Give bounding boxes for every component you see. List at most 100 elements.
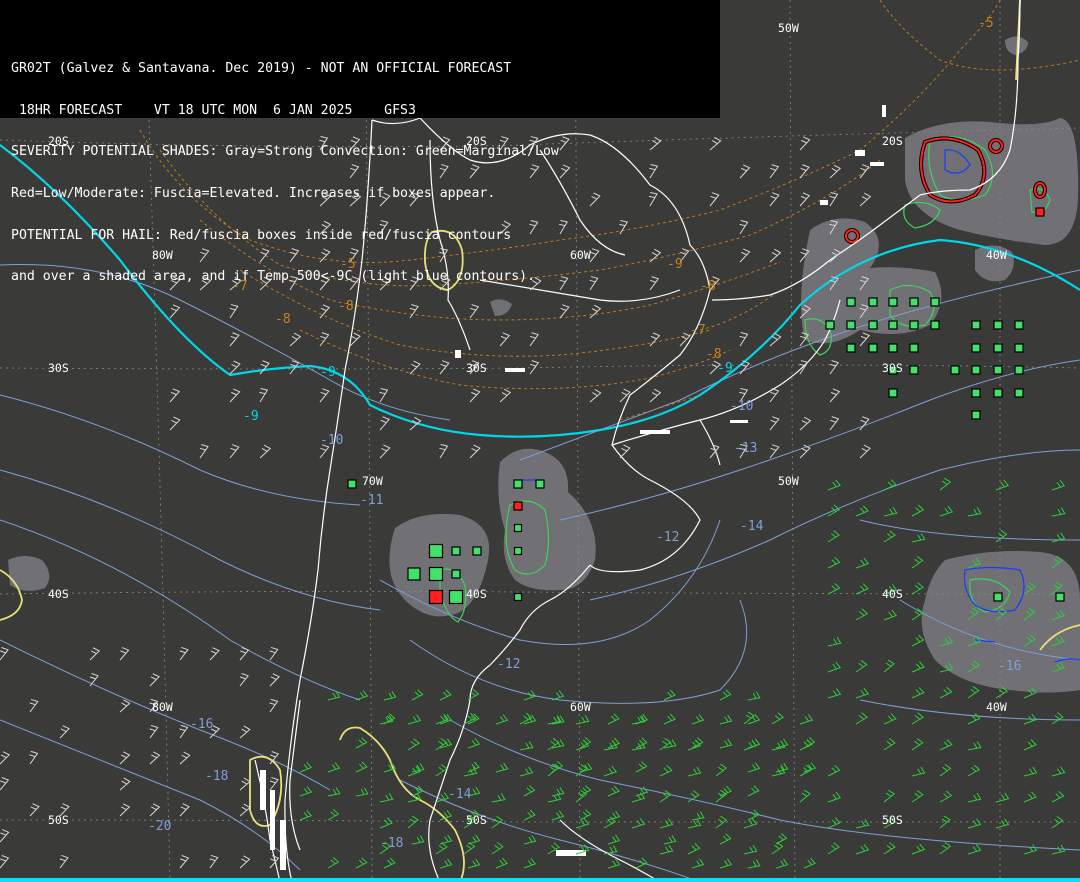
wind-barb	[199, 444, 209, 459]
wind-barb	[715, 789, 728, 803]
wind-barb	[319, 332, 330, 347]
wind-barb	[379, 388, 389, 403]
green-severity-box	[930, 297, 940, 307]
wind-barb	[855, 583, 869, 595]
green-severity-box	[535, 479, 545, 489]
wind-barb	[439, 689, 452, 701]
wind-barb	[911, 532, 926, 543]
lon-label: 40W	[986, 700, 1007, 714]
wind-barb	[1051, 766, 1066, 777]
orange-temp-label: -7	[690, 323, 706, 338]
wind-barb	[229, 332, 240, 347]
wind-barb	[827, 764, 841, 777]
bottom-bar	[0, 878, 1080, 882]
wind-barb	[911, 766, 926, 777]
wind-barb	[299, 786, 313, 797]
wind-barb	[631, 741, 646, 751]
wind-barb	[967, 507, 982, 517]
wind-barb	[169, 388, 181, 403]
green-severity-box	[993, 320, 1003, 330]
wind-barb	[859, 192, 872, 207]
wind-barb	[209, 647, 220, 661]
wind-barb	[799, 714, 814, 725]
wind-barb	[911, 555, 924, 569]
wind-barb	[239, 855, 251, 869]
wind-barb	[229, 444, 240, 459]
wind-barb	[607, 737, 620, 749]
wind-barb	[551, 787, 565, 797]
wind-barb	[355, 787, 369, 797]
wind-barb	[939, 841, 952, 855]
wind-barb	[355, 761, 368, 773]
wind-barb	[119, 647, 130, 661]
wind-barb	[743, 818, 758, 829]
wind-barb	[911, 504, 925, 517]
wind-barb	[859, 332, 871, 347]
wind-barb	[0, 829, 10, 843]
wind-barb	[499, 332, 511, 347]
wind-barb	[829, 360, 840, 375]
green-severity-box	[513, 523, 523, 533]
wind-barb	[883, 789, 896, 803]
wind-barb	[269, 776, 279, 791]
wind-barb	[747, 762, 761, 773]
forecast-header: GR02T (Galvez & Santavana. Dec 2019) - N…	[0, 0, 720, 284]
wind-barb	[179, 803, 190, 817]
wind-barb	[911, 790, 924, 803]
wind-barb	[519, 741, 534, 751]
wind-barb	[829, 164, 842, 179]
wind-barb	[911, 738, 924, 751]
wind-barb	[691, 858, 705, 869]
green-severity-box	[971, 410, 981, 420]
wind-barb	[939, 790, 953, 803]
wind-barb	[355, 737, 368, 749]
wind-barb	[299, 809, 313, 821]
wind-barb	[967, 844, 982, 855]
orange-temp-label: -8	[706, 347, 722, 362]
green-severity-box	[888, 343, 898, 353]
green-severity-box	[472, 546, 482, 556]
wind-barb	[355, 857, 368, 869]
green-severity-box	[1014, 320, 1024, 330]
green-severity-box	[930, 320, 940, 330]
wind-barb	[1051, 790, 1065, 803]
wind-barb	[747, 691, 761, 701]
wind-barb	[715, 763, 728, 777]
wind-barb	[0, 751, 11, 765]
wind-barb	[803, 762, 817, 773]
wind-barb	[491, 842, 504, 855]
wind-barb	[551, 690, 565, 701]
wind-barb	[469, 444, 481, 459]
wind-barb	[411, 763, 425, 773]
green-severity-box	[888, 388, 898, 398]
green-severity-box	[451, 569, 461, 579]
wind-barb	[407, 738, 420, 751]
wind-barb	[829, 388, 841, 403]
wind-barb	[239, 673, 249, 687]
green-severity-box	[868, 343, 878, 353]
wind-barb	[743, 739, 758, 751]
blue-temp-label: -20	[148, 819, 171, 834]
wind-barb	[379, 817, 393, 829]
wind-barb	[439, 360, 450, 375]
wind-barb	[411, 689, 424, 701]
wind-barb	[635, 761, 648, 773]
wind-barb	[169, 416, 181, 431]
wind-barb	[939, 763, 952, 777]
wind-barb	[149, 724, 159, 739]
lon-label: 60W	[570, 700, 591, 714]
wind-barb	[739, 248, 751, 263]
wind-barb	[911, 712, 924, 725]
wind-barb	[435, 842, 448, 855]
lon-label: 50W	[778, 21, 799, 35]
wind-barb	[29, 698, 39, 713]
wind-barb	[883, 713, 897, 725]
lon-label: 40W	[986, 248, 1007, 262]
wind-barb	[883, 506, 898, 517]
header-line: 18HR FORECAST VT 18 UTC MON 6 JAN 2025 G…	[11, 103, 416, 118]
wind-barb	[467, 858, 481, 869]
wind-barb	[269, 646, 279, 661]
wind-barb	[379, 416, 390, 431]
wind-barb	[911, 843, 926, 855]
blue-temp-label: -18	[380, 836, 403, 851]
